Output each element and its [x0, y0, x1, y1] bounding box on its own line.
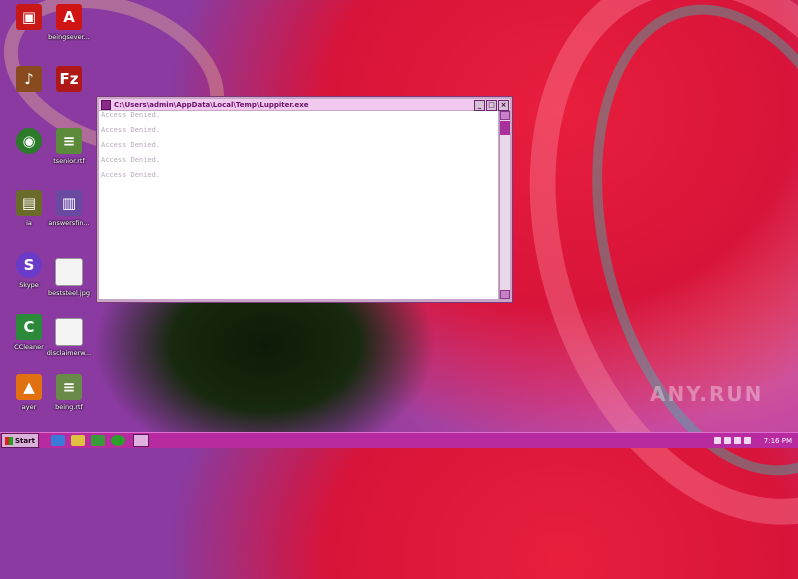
chrome-quicklaunch-icon[interactable] [110, 435, 125, 446]
filezilla-icon: Fz [56, 66, 82, 92]
acrobat-pdf-icon: A [56, 4, 82, 30]
desktop-icon-beststeel[interactable]: beststeel.jpg [42, 258, 96, 297]
wallpaper-streak [546, 0, 798, 507]
volume-icon[interactable] [723, 437, 731, 444]
scroll-thumb[interactable] [500, 121, 510, 135]
folder-icon: ▤ [16, 190, 42, 216]
music-app-icon: ♪ [16, 66, 42, 92]
explorer-quicklaunch-icon[interactable] [70, 435, 85, 446]
console-app-icon [101, 99, 111, 110]
anyrun-watermark: ANY.RUN [650, 382, 764, 406]
start-label: Start [15, 436, 35, 445]
console-line: Access Denied. [101, 171, 161, 179]
maximize-button[interactable]: □ [486, 100, 497, 111]
rtf-document-icon: ≡ [56, 128, 82, 154]
start-button[interactable]: Start [1, 433, 39, 448]
image-file-icon [55, 258, 83, 286]
document-icon: ▥ [56, 190, 82, 216]
ccleaner-icon: C [16, 314, 42, 340]
red-app-icon: ▣ [16, 4, 42, 30]
network-icon[interactable] [733, 437, 741, 444]
skype-icon: S [16, 252, 42, 278]
windows-logo-icon [5, 436, 13, 445]
window-title-bar[interactable]: C:\Users\admin\AppData\Local\Temp\Luppit… [99, 99, 510, 111]
desktop-icon-answers[interactable]: ▥ answersfin... [42, 190, 96, 227]
tray-arrow-icon[interactable] [713, 437, 721, 444]
ie-quicklaunch-icon[interactable] [50, 435, 65, 446]
action-center-flag-icon[interactable] [743, 437, 751, 444]
console-line: Access Denied. [101, 156, 161, 164]
system-tray: 7:16 PM [713, 433, 798, 448]
console-line: Access Denied. [101, 126, 161, 134]
scroll-up-arrow-icon[interactable] [500, 111, 510, 120]
console-window[interactable]: C:\Users\admin\AppData\Local\Temp\Luppit… [96, 96, 513, 303]
clock[interactable]: 7:16 PM [764, 437, 792, 445]
rtf-document-icon: ≡ [56, 374, 82, 400]
window-title: C:\Users\admin\AppData\Local\Temp\Luppit… [114, 100, 309, 109]
desktop-icon-being-rtf[interactable]: ≡ being.rtf [42, 374, 96, 411]
desktop-icon-disclaimer[interactable]: disclaimerw... [42, 318, 96, 357]
console-task-button[interactable] [132, 434, 149, 447]
console-output[interactable]: Access Denied. Access Denied. Access Den… [99, 111, 498, 299]
vertical-scrollbar[interactable] [499, 111, 510, 299]
desktop-icon-pdf[interactable]: A beingsever... [42, 4, 96, 41]
desktop-icon-rtf[interactable]: ≡ tsenior.rtf [42, 128, 96, 165]
minimize-button[interactable]: _ [474, 100, 485, 111]
vlc-media-icon: ▲ [16, 374, 42, 400]
chrome-icon: ◉ [16, 128, 42, 154]
media-quicklaunch-icon[interactable] [90, 435, 105, 446]
close-button[interactable]: × [498, 100, 509, 111]
console-line: Access Denied. [101, 111, 161, 119]
desktop-icon-filezilla[interactable]: Fz [42, 66, 96, 95]
scroll-down-arrow-icon[interactable] [500, 290, 510, 299]
console-line: Access Denied. [101, 141, 161, 149]
image-file-icon [55, 318, 83, 346]
taskbar: Start 7:16 PM [0, 432, 798, 448]
